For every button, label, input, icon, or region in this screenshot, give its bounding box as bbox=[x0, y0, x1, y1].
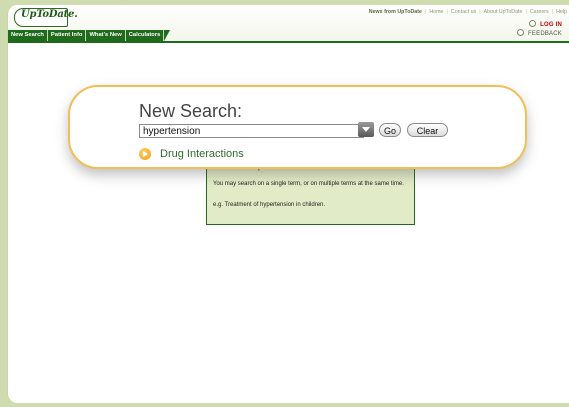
tab-whats-new[interactable]: What's New bbox=[86, 30, 126, 41]
search-help-box: New Search Help You may search on a sing… bbox=[206, 160, 415, 225]
about-link[interactable]: About UpToDate bbox=[484, 9, 523, 15]
separator: | bbox=[525, 9, 527, 15]
uptodate-logo[interactable]: UpToDate. bbox=[14, 8, 78, 27]
top-links: News from UpToDate | Home | Contact us | About… bbox=[369, 9, 567, 15]
help-example: e.g. Treatment of hypertension in childr… bbox=[213, 202, 326, 208]
tab-patient-info[interactable]: Patient Info bbox=[47, 30, 87, 41]
help-link[interactable]: Help bbox=[556, 9, 567, 15]
home-link[interactable]: Home bbox=[429, 9, 443, 15]
search-input[interactable] bbox=[139, 124, 364, 138]
header: UpToDate. News from UpToDate | Home | Contac… bbox=[8, 5, 569, 43]
drug-interactions-link[interactable]: Drug Interactions bbox=[160, 148, 244, 160]
help-text: You may search on a single term, or on m… bbox=[213, 181, 404, 187]
careers-link[interactable]: Careers bbox=[530, 9, 549, 15]
feedback-link[interactable]: FEEDBACK bbox=[517, 29, 562, 37]
news-link[interactable]: News from UpToDate bbox=[369, 9, 422, 15]
dropdown-arrow-icon[interactable] bbox=[358, 122, 374, 137]
feedback-label: FEEDBACK bbox=[528, 31, 562, 37]
play-arrow-icon[interactable] bbox=[139, 148, 151, 160]
separator: | bbox=[446, 9, 448, 15]
tab-bar-end bbox=[164, 30, 171, 41]
tab-new-search[interactable]: New Search bbox=[8, 30, 48, 41]
header-divider bbox=[8, 41, 569, 43]
bullet-icon bbox=[529, 20, 537, 27]
bullet-icon bbox=[517, 29, 525, 36]
logo-text: UpToDate. bbox=[21, 9, 78, 20]
nav-tabs: New Search Patient Info What's New Calcu… bbox=[8, 30, 171, 41]
search-panel: New Search: Go Clear Drug Interactions bbox=[68, 85, 527, 169]
clear-button[interactable]: Clear bbox=[407, 123, 448, 137]
separator: | bbox=[424, 9, 427, 15]
go-button[interactable]: Go bbox=[379, 123, 401, 137]
separator: | bbox=[551, 9, 554, 15]
separator: | bbox=[479, 9, 481, 15]
tab-calculators[interactable]: Calculators bbox=[125, 30, 165, 41]
login-link[interactable]: LOG IN bbox=[529, 20, 562, 28]
login-label: LOG IN bbox=[540, 22, 562, 28]
contact-link[interactable]: Contact us bbox=[451, 9, 476, 15]
search-title: New Search: bbox=[139, 101, 243, 121]
app-frame: UpToDate. News from UpToDate | Home | Contac… bbox=[7, 5, 569, 403]
